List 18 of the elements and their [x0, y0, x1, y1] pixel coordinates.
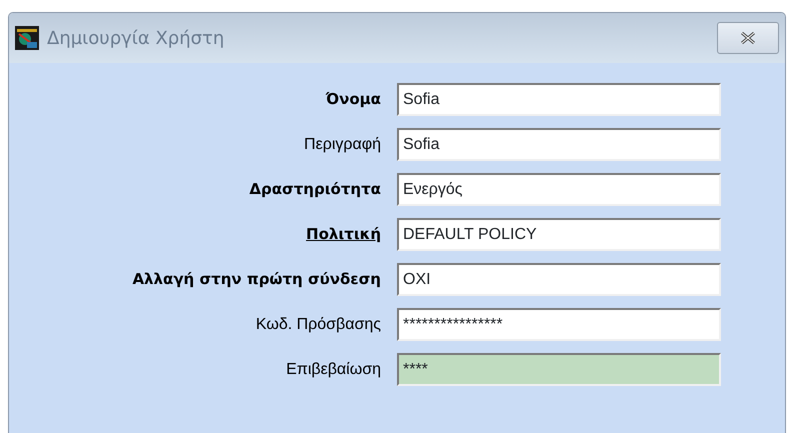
input-field[interactable]: Sofia — [397, 83, 721, 116]
field-label: Αλλαγή στην πρώτη σύνδεση — [131, 269, 382, 290]
field-label: Κωδ. Πρόσβασης — [254, 314, 382, 334]
field-label: Περιγραφή — [303, 134, 382, 154]
field-label: Δραστηριότητα — [248, 179, 382, 200]
input-field[interactable]: **** — [397, 353, 721, 386]
window-title: Δημιουργία Χρήστη — [47, 26, 224, 50]
input-field[interactable]: DEFAULT POLICY — [397, 218, 721, 251]
close-button[interactable] — [717, 22, 779, 54]
field-label: Επιβεβαίωση — [285, 360, 382, 380]
input-field[interactable]: **************** — [397, 308, 721, 341]
input-field[interactable]: ΟΧΙ — [397, 263, 721, 296]
app-icon — [15, 26, 39, 50]
input-field[interactable]: Ενεργός — [397, 173, 721, 206]
close-icon — [739, 31, 757, 45]
field-link[interactable]: Πολιτική — [9, 223, 397, 246]
field-label: Όνομα — [324, 89, 382, 110]
input-field[interactable]: Sofia — [397, 128, 721, 161]
